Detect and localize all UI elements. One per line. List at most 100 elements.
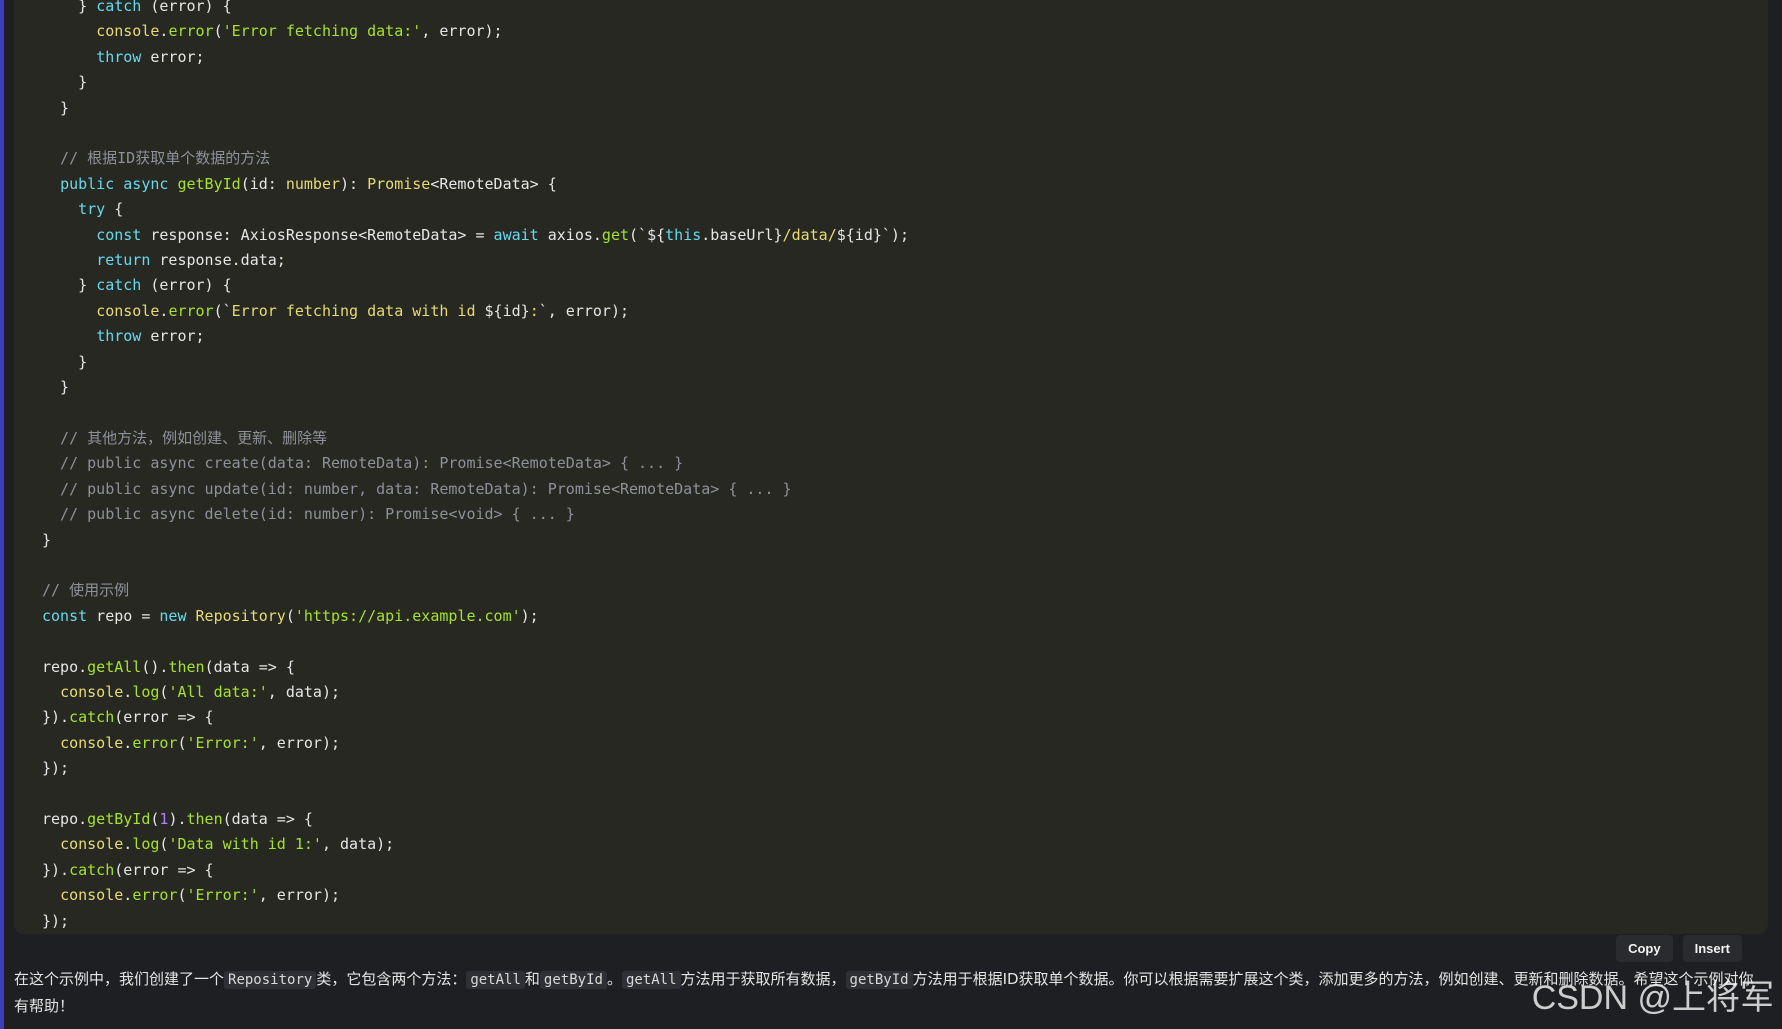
answer-text: 和 [524,970,540,988]
code-line: // 根据ID获取单个数据的方法 [42,146,909,171]
code-line: console.log('Data with id 1:', data); [42,832,909,857]
code-line: }); [42,909,909,934]
code-token: . [123,733,133,752]
code-line: throw error; [42,45,909,70]
code-token: ( [213,22,223,41]
code-line: }); [42,756,909,781]
code-line: } [42,96,909,121]
code-token: (). [141,657,169,676]
code-token: console [96,301,160,320]
code-token: error [168,22,214,41]
code-line: console.log('All data:', data); [42,680,909,705]
code-token: response: AxiosResponse<RemoteData> = [141,225,494,244]
code-token: , error); [421,22,503,41]
code-line: return response.data; [42,248,909,273]
code-token: } [42,352,88,371]
code-token: } [42,73,88,92]
code-token: console [60,835,124,854]
code-line: repo.getById(1).then(data => { [42,807,909,832]
code-token: ( [285,606,295,625]
code-token: error [168,301,214,320]
code-token: console [60,682,124,701]
code-token: <RemoteData> { [430,174,557,193]
code-token: 'Data with id 1:' [168,835,322,854]
code-token: ( [177,886,187,905]
code-token: { [105,200,124,219]
code-token: (`${ [629,225,666,244]
code-token: getById [177,174,241,193]
inline-code: Repository [224,971,317,989]
code-line: const response: AxiosResponse<RemoteData… [42,223,909,248]
code-token: }); [42,759,70,778]
code-token: `, error); [538,301,630,320]
code-token: , data); [321,835,395,854]
code-token: ${id}`); [836,225,909,244]
code-token: (error => { [114,708,214,727]
code-block: } catch (error) { console.error('Error f… [14,0,1768,934]
inline-code: getById [539,971,607,989]
code-toolbar: Copy Insert [1616,935,1742,962]
code-token: }). [42,708,70,727]
code-token: log [132,835,160,854]
code-token: 'All data:' [168,682,268,701]
code-token: public [60,174,115,193]
answer-text: 方法用于获取所有数据， [680,970,846,988]
code-line: console.error('Error:', error); [42,731,909,756]
code-token: // 使用示例 [42,581,130,600]
code-token: response.data; [150,251,286,270]
code-token: 'https://api.example.com' [294,606,521,625]
code-token: try [78,200,106,219]
code-token: repo. [42,810,88,828]
code-token: } [42,378,70,397]
code-token: log [132,682,160,701]
insert-button[interactable]: Insert [1682,935,1742,962]
code-token: /data/ [782,225,837,244]
code-token: console [60,733,124,752]
code-token: catch [96,276,142,295]
code-token: ); [520,606,539,625]
code-token: ${id} [484,301,530,320]
code-line: const repo = new Repository('https://api… [42,604,909,629]
code-token: catch [69,708,115,727]
code-token: // public async create(data: RemoteData)… [42,454,684,473]
code-token: 'Error:' [186,733,259,752]
code-token: catch [69,860,115,879]
code-token: return [96,251,151,270]
code-token: getAll [87,657,142,676]
code-token: new [159,606,187,625]
code-token: } [42,98,70,117]
code-token: }); [42,911,70,930]
code-token: console [96,22,160,41]
code-token: // public async update(id: number, data:… [42,479,792,498]
code-line: // public async create(data: RemoteData)… [42,451,909,476]
code-token: throw [96,327,142,346]
answer-paragraph: 在这个示例中，我们创建了一个 Repository 类，它包含两个方法： getAll… [14,966,1754,1019]
code-token: repo. [42,657,88,676]
code-line: } [42,375,909,400]
code-line: // 使用示例 [42,578,909,603]
code-token: error [132,733,178,752]
code-token: Promise [367,174,431,193]
code-token: repo = [87,606,160,625]
code-line: repo.getAll().then(data => { [42,655,909,680]
code-token: } [42,276,97,295]
code-token: , error); [258,886,341,905]
code-token: } [42,530,52,549]
code-line: public async getById(id: number): Promis… [42,172,909,197]
code-content: } catch (error) { console.error('Error f… [42,0,909,934]
code-token: }). [42,860,70,879]
code-token: (id: [240,174,286,193]
code-token: (` [213,301,232,320]
code-line: // public async delete(id: number): Prom… [42,502,909,527]
copy-button[interactable]: Copy [1616,935,1673,962]
answer-text: 。 [606,970,622,988]
